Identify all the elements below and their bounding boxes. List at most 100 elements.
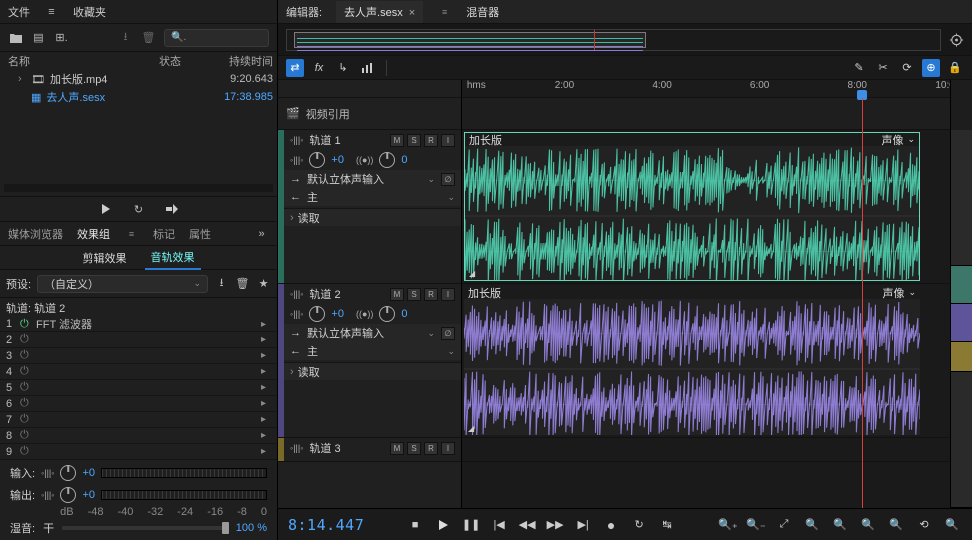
zoom-fit-icon[interactable]: ⤢: [774, 515, 794, 535]
tool-lock-icon[interactable]: 🔒: [946, 59, 964, 77]
auto-play-icon[interactable]: [164, 202, 179, 217]
audio-clip[interactable]: 加长版 声像⌄ ◢: [464, 286, 920, 435]
mix-value[interactable]: 100 %: [236, 522, 267, 534]
forward-button[interactable]: ▶▶: [545, 515, 565, 535]
power-icon[interactable]: ⏻: [20, 397, 36, 410]
play-button[interactable]: [98, 202, 113, 217]
pan-knob[interactable]: [379, 152, 395, 168]
input-gain-knob[interactable]: [60, 465, 76, 481]
play-button[interactable]: [433, 515, 453, 535]
phase-button[interactable]: ∅: [441, 173, 455, 186]
track-r-button[interactable]: R: [424, 288, 438, 301]
chevron-right-icon[interactable]: ▸: [261, 350, 271, 361]
col-dur[interactable]: 持续时间: [207, 53, 273, 69]
close-icon[interactable]: ×: [409, 7, 415, 19]
power-icon[interactable]: ⏻: [20, 349, 36, 362]
fx-slot[interactable]: 5 ⏻ ▸: [0, 380, 277, 396]
track-name[interactable]: 轨道 2: [309, 286, 340, 302]
pause-button[interactable]: ❚❚: [461, 515, 481, 535]
chevron-right-icon[interactable]: ▸: [261, 334, 271, 345]
audio-clip[interactable]: 加长版 声像⌄ ◢: [464, 132, 920, 281]
zoom-sel-icon[interactable]: 🔍: [802, 515, 822, 535]
tool-ripple-icon[interactable]: ⟳: [898, 59, 916, 77]
track-i-button[interactable]: I: [441, 134, 455, 147]
tab-props[interactable]: 属性: [189, 226, 211, 242]
track-s-button[interactable]: S: [407, 134, 421, 147]
output-gain-knob[interactable]: [60, 487, 76, 503]
output-gain-val[interactable]: +0: [82, 489, 95, 501]
track-i-button[interactable]: I: [441, 442, 455, 455]
tool-fx-icon[interactable]: fx: [310, 59, 328, 77]
chevron-right-icon[interactable]: ›: [18, 73, 26, 85]
tab-fx[interactable]: 效果组: [77, 226, 110, 242]
track-s-button[interactable]: S: [407, 288, 421, 301]
fav-icon[interactable]: ★: [256, 276, 271, 291]
tool-send-icon[interactable]: ↳: [334, 59, 352, 77]
col-name[interactable]: 名称: [4, 53, 159, 69]
overview-strip[interactable]: [286, 29, 941, 51]
preset-select[interactable]: （自定义） ⌄: [37, 275, 208, 293]
power-icon[interactable]: ⏻: [20, 429, 36, 442]
file-row[interactable]: › 🎞 加长版.mp4 9:20.643: [0, 70, 277, 88]
zoom-in-icon[interactable]: 🔍₊: [718, 515, 738, 535]
fx-slot[interactable]: 1 ⏻ FFT 滤波器 ▸: [0, 316, 277, 332]
panel-menu-icon[interactable]: ≡: [124, 226, 139, 241]
vol-value[interactable]: +0: [331, 154, 344, 166]
power-icon[interactable]: ⏻: [20, 365, 36, 378]
zoom-reset-icon[interactable]: ⟲: [914, 515, 934, 535]
track-s-button[interactable]: S: [407, 442, 421, 455]
tool-nudge-icon[interactable]: ⊕: [922, 59, 940, 77]
track-output[interactable]: 主: [307, 189, 441, 205]
power-icon[interactable]: ⏻: [20, 413, 36, 426]
vol-value[interactable]: +0: [331, 308, 344, 320]
tool-envelope-icon[interactable]: ✂: [874, 59, 892, 77]
chevron-down-icon[interactable]: ⌄: [447, 346, 455, 357]
open-folder-icon[interactable]: [8, 30, 23, 45]
fx-slot[interactable]: 8 ⏻ ▸: [0, 428, 277, 444]
chevron-right-icon[interactable]: ▸: [261, 366, 271, 377]
subtab-trackfx[interactable]: 音轨效果: [145, 246, 201, 270]
new-session-icon[interactable]: ⊞.: [54, 30, 69, 45]
track-input[interactable]: 默认立体声输入: [307, 171, 421, 187]
rewind-button[interactable]: ◀◀: [517, 515, 537, 535]
file-search-input[interactable]: [189, 32, 262, 44]
vol-knob[interactable]: [309, 306, 325, 322]
col-status[interactable]: 状态: [159, 53, 207, 69]
skip-sel-button[interactable]: ↹: [657, 515, 677, 535]
import-icon[interactable]: ⭳: [118, 30, 133, 45]
view-settings-icon[interactable]: [949, 32, 964, 47]
power-icon[interactable]: ⏻: [20, 445, 36, 458]
editor-file-tab[interactable]: 去人声.sesx×: [336, 1, 423, 23]
chevron-right-icon[interactable]: ▸: [261, 382, 271, 393]
tab-media[interactable]: 媒体浏览器: [8, 226, 63, 242]
track-name[interactable]: 轨道 1: [309, 132, 340, 148]
zoom-v-out-icon[interactable]: 🔍: [886, 515, 906, 535]
zoom-out-icon[interactable]: 🔍₋: [746, 515, 766, 535]
loop-icon[interactable]: ↻: [131, 202, 146, 217]
fx-slot[interactable]: 4 ⏻ ▸: [0, 364, 277, 380]
track-m-button[interactable]: M: [390, 134, 404, 147]
trash-icon[interactable]: 🗑: [141, 30, 156, 45]
menu-icon[interactable]: ≡: [44, 4, 59, 19]
chevron-down-icon[interactable]: ⌄: [907, 134, 915, 145]
chevron-down-icon[interactable]: ⌄: [427, 174, 435, 185]
power-icon[interactable]: ⏻: [20, 381, 36, 394]
pan-value[interactable]: 0: [401, 154, 407, 166]
fx-slot[interactable]: 3 ⏻ ▸: [0, 348, 277, 364]
track-i-button[interactable]: I: [441, 288, 455, 301]
automation-mode[interactable]: 读取: [298, 210, 320, 226]
file-search[interactable]: 🔍.: [164, 29, 269, 47]
expand-icon[interactable]: »: [254, 226, 269, 241]
fx-slot[interactable]: 9 ⏻ ▸: [0, 444, 277, 460]
menu-file[interactable]: 文件: [8, 4, 30, 20]
track-lane[interactable]: 加长版 声像⌄ ◢: [462, 284, 950, 438]
input-gain-val[interactable]: +0: [82, 467, 95, 479]
chevron-right-icon[interactable]: ▸: [261, 414, 271, 425]
tool-pen-icon[interactable]: ✎: [850, 59, 868, 77]
tool-snap-icon[interactable]: ⇄: [286, 59, 304, 77]
chevron-right-icon[interactable]: ▸: [261, 319, 271, 330]
editor-menu-icon[interactable]: ≡: [437, 4, 452, 19]
power-icon[interactable]: ⏻: [20, 318, 36, 331]
subtab-clipfx[interactable]: 剪辑效果: [77, 247, 133, 269]
chevron-right-icon[interactable]: ›: [290, 212, 294, 224]
